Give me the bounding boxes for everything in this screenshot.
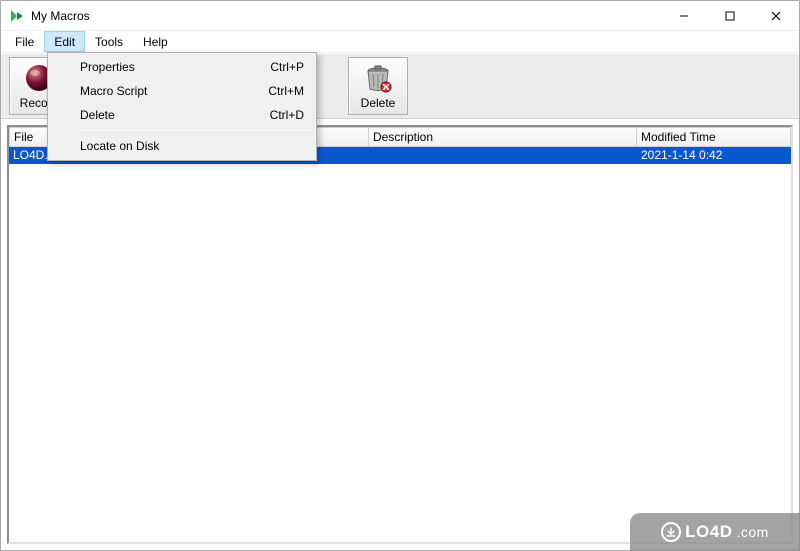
list-rows: LO4D.com - Test 2021-1-14 0:42	[9, 147, 791, 542]
edit-dropdown: Properties Ctrl+P Macro Script Ctrl+M De…	[47, 52, 317, 161]
trash-icon	[362, 62, 394, 94]
col-description[interactable]: Description	[369, 127, 637, 147]
menubar: File Edit Tools Help	[1, 31, 799, 53]
menu-tools[interactable]: Tools	[85, 31, 133, 52]
menuitem-shortcut: Ctrl+D	[270, 108, 304, 122]
download-icon	[661, 522, 681, 542]
app-icon	[9, 8, 25, 24]
watermark-suffix: .com	[737, 524, 769, 540]
macro-list[interactable]: File Description Modified Time LO4D.com …	[7, 125, 793, 544]
menuitem-label: Locate on Disk	[80, 139, 274, 153]
maximize-button[interactable]	[707, 1, 753, 30]
cell-modified: 2021-1-14 0:42	[637, 147, 791, 164]
watermark-text: LO4D	[685, 522, 732, 542]
menuitem-locate-on-disk[interactable]: Locate on Disk	[50, 134, 314, 158]
cell-description	[369, 147, 637, 164]
menuitem-macro-script[interactable]: Macro Script Ctrl+M	[50, 79, 314, 103]
menuitem-properties[interactable]: Properties Ctrl+P	[50, 55, 314, 79]
menu-separator	[80, 130, 312, 131]
menuitem-label: Macro Script	[80, 84, 238, 98]
col-modified[interactable]: Modified Time	[637, 127, 791, 147]
menu-edit[interactable]: Edit	[44, 31, 85, 52]
titlebar: My Macros	[1, 1, 799, 31]
menu-help[interactable]: Help	[133, 31, 178, 52]
menuitem-label: Delete	[80, 108, 240, 122]
menuitem-shortcut: Ctrl+P	[270, 60, 304, 74]
menuitem-shortcut: Ctrl+M	[268, 84, 304, 98]
watermark: LO4D .com	[630, 513, 800, 551]
window-buttons	[661, 1, 799, 30]
delete-label: Delete	[361, 96, 396, 110]
content-area: File Description Modified Time LO4D.com …	[1, 119, 799, 550]
window-title: My Macros	[31, 9, 661, 23]
minimize-button[interactable]	[661, 1, 707, 30]
close-button[interactable]	[753, 1, 799, 30]
menuitem-label: Properties	[80, 60, 240, 74]
menu-file[interactable]: File	[5, 31, 44, 52]
menuitem-delete[interactable]: Delete Ctrl+D	[50, 103, 314, 127]
delete-button[interactable]: Delete	[348, 57, 408, 115]
